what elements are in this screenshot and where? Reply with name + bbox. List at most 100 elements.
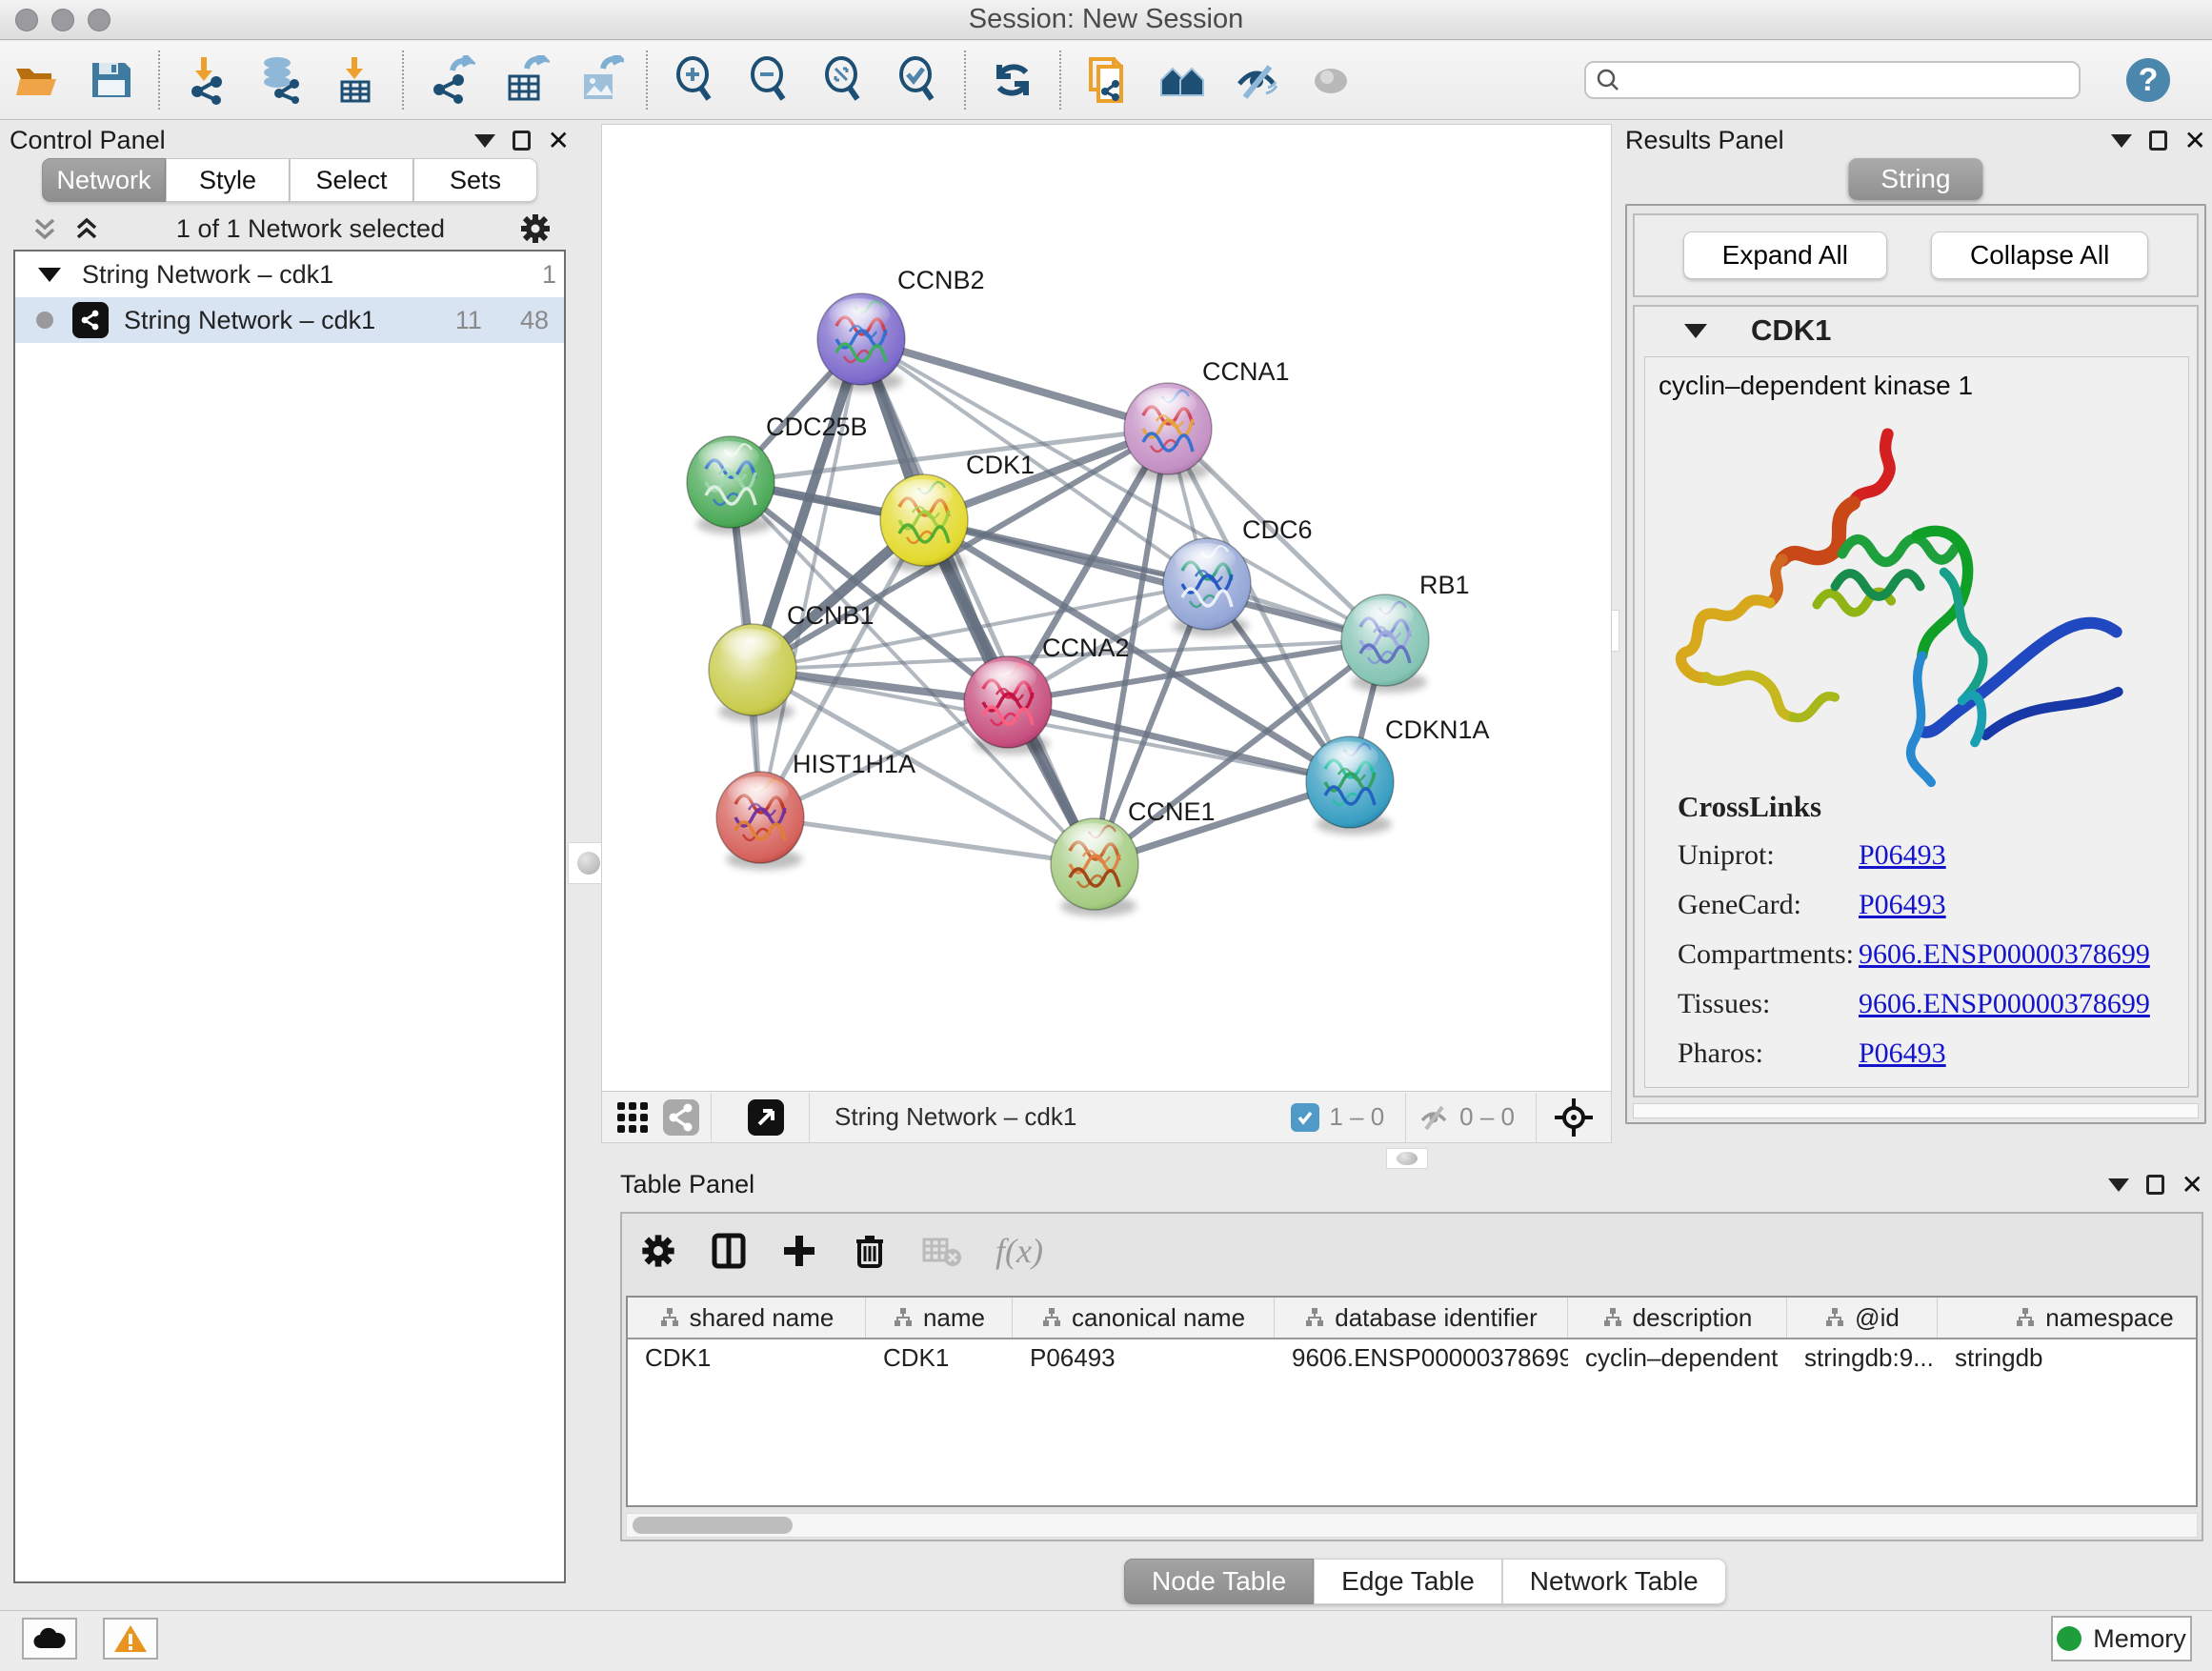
memory-button[interactable]: Memory	[2051, 1616, 2192, 1661]
selected-checkbox-icon[interactable]	[1291, 1103, 1319, 1132]
column-header-name[interactable]: name	[866, 1298, 1013, 1338]
gear-icon[interactable]	[518, 211, 553, 246]
network-view-toolbar: String Network – cdk1 1 – 0 0 – 0	[602, 1091, 1611, 1142]
tab-style[interactable]: Style	[166, 158, 290, 202]
table-cell[interactable]: stringdb:9...	[1787, 1339, 1938, 1378]
zoom-selected-icon	[893, 55, 942, 105]
table-cell[interactable]: CDK1	[628, 1339, 866, 1378]
edge-HIST1H1A-CCNE1[interactable]	[760, 817, 1095, 864]
caret-down-icon[interactable]	[38, 268, 61, 282]
table-cell[interactable]: cyclin–dependent ...	[1568, 1339, 1787, 1378]
edge-CCNB2-HIST1H1A[interactable]	[760, 339, 861, 817]
import-network-from-database-button[interactable]	[250, 49, 312, 111]
import-network-button[interactable]	[175, 49, 238, 111]
bottom-splitter-handle[interactable]	[1386, 1148, 1428, 1169]
duplicate-network-button[interactable]	[1076, 49, 1139, 111]
column-header-shared-name[interactable]: shared name	[628, 1298, 866, 1338]
table-cell[interactable]: 9606.ENSP00000378699	[1275, 1339, 1568, 1378]
hidden-eye-icon[interactable]	[1418, 1101, 1450, 1134]
tab-network[interactable]: Network	[42, 158, 166, 202]
tab-network-table[interactable]: Network Table	[1502, 1559, 1726, 1604]
genecard-link[interactable]: P06493	[1859, 889, 1946, 921]
table-scrollbar-thumb[interactable]	[633, 1517, 793, 1534]
node-HIST1H1A[interactable]: HIST1H1A	[716, 750, 915, 870]
export-table-icon	[500, 55, 550, 105]
hide-selected-button[interactable]	[1225, 49, 1288, 111]
collapse-all-button[interactable]: Collapse All	[1931, 232, 2148, 279]
node-CCNB2[interactable]: CCNB2	[817, 266, 985, 392]
table-cell[interactable]: CDK1	[866, 1339, 1013, 1378]
network-row[interactable]: String Network – cdk1 11 48	[15, 297, 564, 343]
panel-close-icon[interactable]: ✕	[548, 128, 570, 154]
column-header-description[interactable]: description	[1568, 1298, 1787, 1338]
delete-table-icon[interactable]	[921, 1232, 963, 1270]
edge-CCNB2-CCNA1[interactable]	[861, 339, 1168, 429]
help-button[interactable]: ?	[2126, 58, 2170, 102]
create-column-plus-icon[interactable]	[780, 1232, 818, 1270]
node-CDKN1A[interactable]: CDKN1A	[1306, 715, 1490, 835]
table-cell[interactable]: stringdb	[1938, 1339, 2198, 1378]
grid-view-icon[interactable]	[615, 1100, 650, 1135]
panel-close-icon[interactable]: ✕	[2182, 1172, 2203, 1198]
delete-column-trash-icon[interactable]	[851, 1232, 889, 1270]
save-session-button[interactable]	[80, 49, 143, 111]
zoom-selected-button[interactable]	[886, 49, 949, 111]
search-input[interactable]	[1620, 66, 2040, 95]
show-all-button[interactable]	[1299, 49, 1362, 111]
string-results-tab[interactable]: String	[1848, 158, 1982, 200]
network-collection-row[interactable]: String Network – cdk1 1	[15, 252, 564, 297]
compartments-link[interactable]: 9606.ENSP00000378699	[1859, 938, 2150, 971]
collapse-all-icon[interactable]	[29, 212, 61, 245]
expand-all-icon[interactable]	[70, 212, 103, 245]
edge-CDK1-RB1[interactable]	[924, 520, 1385, 640]
show-columns-icon[interactable]	[710, 1232, 748, 1270]
import-table-button[interactable]	[324, 49, 387, 111]
column-header-canonical-name[interactable]: canonical name	[1013, 1298, 1275, 1338]
panel-float-icon[interactable]	[2149, 131, 2167, 151]
warnings-button[interactable]	[103, 1618, 158, 1660]
network-view[interactable]: CCNB2CCNA1CDC25BCDK1CDC6RB1CCNB1CCNA2CDK…	[601, 124, 1612, 1143]
node-CCNB1[interactable]: CCNB1	[709, 601, 875, 722]
entry-collapse-icon[interactable]	[1684, 324, 1707, 338]
table-row[interactable]: CDK1CDK1P064939606.ENSP00000378699cyclin…	[628, 1339, 2196, 1378]
panel-menu-icon[interactable]	[2111, 134, 2132, 148]
export-table-button[interactable]	[493, 49, 556, 111]
first-neighbors-button[interactable]	[1151, 49, 1214, 111]
panel-menu-icon[interactable]	[474, 134, 495, 148]
pharos-link[interactable]: P06493	[1859, 1037, 1946, 1070]
panel-float-icon[interactable]	[2146, 1175, 2164, 1195]
network-view-title: String Network – cdk1	[835, 1102, 1076, 1132]
uniprot-link[interactable]: P06493	[1859, 839, 1946, 872]
export-network-button[interactable]	[419, 49, 482, 111]
tab-select[interactable]: Select	[290, 158, 413, 202]
zoom-out-button[interactable]	[737, 49, 800, 111]
column-header-database-identifier[interactable]: database identifier	[1275, 1298, 1568, 1338]
node-CCNA1[interactable]: CCNA1	[1124, 357, 1290, 481]
tab-edge-table[interactable]: Edge Table	[1314, 1559, 1502, 1604]
panel-menu-icon[interactable]	[2108, 1178, 2129, 1192]
node-RB1[interactable]: RB1	[1341, 571, 1470, 693]
tissues-link[interactable]: 9606.ENSP00000378699	[1859, 988, 2150, 1020]
fit-content-crosshair-icon[interactable]	[1554, 1097, 1594, 1137]
apply-layout-button[interactable]	[981, 49, 1044, 111]
export-image-button[interactable]	[568, 49, 631, 111]
open-session-button[interactable]	[6, 49, 69, 111]
tab-sets[interactable]: Sets	[413, 158, 537, 202]
birds-eye-view-icon[interactable]	[748, 1099, 784, 1136]
cloud-status-button[interactable]	[22, 1618, 77, 1660]
expand-all-button[interactable]: Expand All	[1683, 232, 1887, 279]
network-graph[interactable]: CCNB2CCNA1CDC25BCDK1CDC6RB1CCNB1CCNA2CDK…	[602, 125, 1611, 1091]
node-table[interactable]: shared namenamecanonical namedatabase id…	[626, 1296, 2198, 1507]
table-settings-gear-icon[interactable]	[639, 1232, 677, 1270]
column-header--id[interactable]: @id	[1787, 1298, 1938, 1338]
table-scrollbar[interactable]	[626, 1513, 2198, 1538]
column-header-namespace[interactable]: namespace	[1938, 1298, 2198, 1338]
network-view-mode-icon[interactable]	[663, 1099, 699, 1136]
zoom-fit-button[interactable]	[812, 49, 875, 111]
zoom-in-button[interactable]	[663, 49, 726, 111]
table-cell[interactable]: P06493	[1013, 1339, 1275, 1378]
results-scrollbar[interactable]	[1633, 1103, 2199, 1118]
panel-close-icon[interactable]: ✕	[2184, 128, 2206, 154]
tab-node-table[interactable]: Node Table	[1124, 1559, 1314, 1604]
panel-float-icon[interactable]	[513, 131, 531, 151]
